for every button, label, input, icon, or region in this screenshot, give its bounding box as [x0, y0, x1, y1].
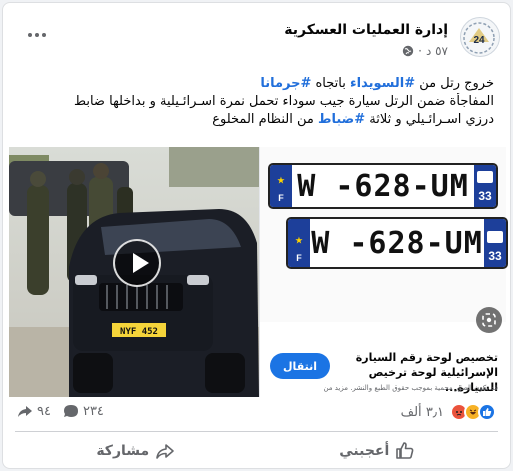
visual-search-icon[interactable] [476, 307, 502, 333]
comment-count-icon [63, 405, 78, 417]
vehicle-plate-text: NYF 452 [120, 327, 158, 337]
like-icon [396, 442, 414, 459]
share-count-icon [18, 406, 32, 417]
eu-band: ★ F [288, 219, 310, 267]
like-button[interactable]: أعجبني [257, 435, 499, 467]
hashtag-link[interactable]: #ضباط [318, 112, 365, 127]
globe-icon [402, 45, 414, 57]
plate-image: ★ F W -628-UM 33 ★ F W -628-UM 33 [260, 147, 508, 322]
hashtag-link[interactable]: #جرمانا [260, 76, 311, 91]
post-card: 24 إدارة العمليات العسكرية ٥٧ د · خروج ر… [2, 2, 511, 469]
play-icon[interactable] [113, 239, 161, 287]
ad-card[interactable]: ★ F W -628-UM 33 ★ F W -628-UM 33 تخصيص لو… [260, 147, 508, 397]
shares-stat[interactable]: ٩٤ [17, 403, 51, 419]
reactions-summary[interactable]: ٣٫١ ألف [401, 403, 496, 421]
meta-separator: · [418, 44, 422, 58]
post-actions: أعجبني مشاركة [15, 435, 498, 467]
plate-dept: 33 [488, 249, 502, 263]
engagement-counts: ٣٫١ ألف ٩٤ ٢٣٤ [17, 401, 496, 425]
page-name-link[interactable]: إدارة العمليات العسكرية [284, 22, 448, 38]
eu-stars-icon: ★ [295, 236, 303, 245]
text-fragment: درزي اسـرائـيلي و ثلاثة [365, 112, 494, 127]
actions-divider [15, 431, 498, 432]
comments-count: ٢٣٤ [82, 403, 104, 419]
post-text-line-3: درزي اسـرائـيلي و ثلاثة #ضباط من النظام … [17, 111, 494, 129]
post-text-line-2: المفاجأة ضمن الرتل سيارة جيب سوداء تحمل … [74, 94, 494, 109]
share-icon [156, 444, 174, 459]
text-fragment: من النظام المخلوع [212, 112, 318, 127]
eu-band: ★ F [270, 165, 292, 207]
comments-stat[interactable]: ٢٣٤ [63, 403, 104, 419]
more-options-icon[interactable] [25, 27, 49, 43]
like-reaction-icon [478, 403, 496, 421]
hashtag-link[interactable]: #السويداء [350, 76, 415, 91]
page-avatar[interactable]: 24 [460, 17, 500, 57]
plate-country: F [278, 193, 284, 203]
license-plate-bottom: ★ F W -628-UM 33 [286, 217, 508, 269]
plate-number: W -628-UM [311, 225, 483, 261]
go-button[interactable]: انتقال [270, 353, 330, 379]
shares-count: ٩٤ [37, 403, 51, 419]
post-text-line-1: خروج رتل من #السويداء باتجاه #جرمانا [17, 75, 494, 93]
plate-country: F [296, 253, 302, 263]
post-text: خروج رتل من #السويداء باتجاه #جرمانا الم… [17, 75, 494, 129]
dept-band: 33 [484, 219, 506, 267]
reaction-icons [450, 403, 496, 421]
region-logo-icon [477, 171, 493, 183]
license-plate-top: ★ F W -628-UM 33 [268, 163, 498, 209]
avatar-label: 24 [473, 35, 485, 46]
plate-number: W -628-UM [297, 168, 469, 204]
post-meta: ٥٧ د · [402, 44, 448, 58]
dept-band: 33 [474, 165, 496, 207]
comment-share-counts: ٩٤ ٢٣٤ [17, 403, 104, 419]
ad-disclaimer: قد تكون الصور محمية بموجب حقوق الطبع وال… [323, 384, 498, 392]
post-media: NYF 452 ★ F W -628-UM 33 ★ F W -628-UM 33 [9, 147, 508, 397]
like-label: أعجبني [339, 443, 390, 459]
text-fragment: باتجاه [311, 76, 350, 91]
eu-stars-icon: ★ [277, 176, 285, 185]
region-logo-icon [487, 231, 503, 243]
share-button[interactable]: مشاركة [15, 435, 257, 467]
plate-dept: 33 [478, 189, 492, 203]
reactions-count: ٣٫١ ألف [400, 404, 444, 420]
text-fragment: خروج رتل من [415, 76, 494, 91]
post-time[interactable]: ٥٧ د [426, 44, 448, 58]
post-header: 24 إدارة العمليات العسكرية ٥٧ د · [17, 17, 500, 61]
share-label: مشاركة [96, 443, 150, 459]
video-thumbnail[interactable]: NYF 452 [9, 147, 259, 397]
